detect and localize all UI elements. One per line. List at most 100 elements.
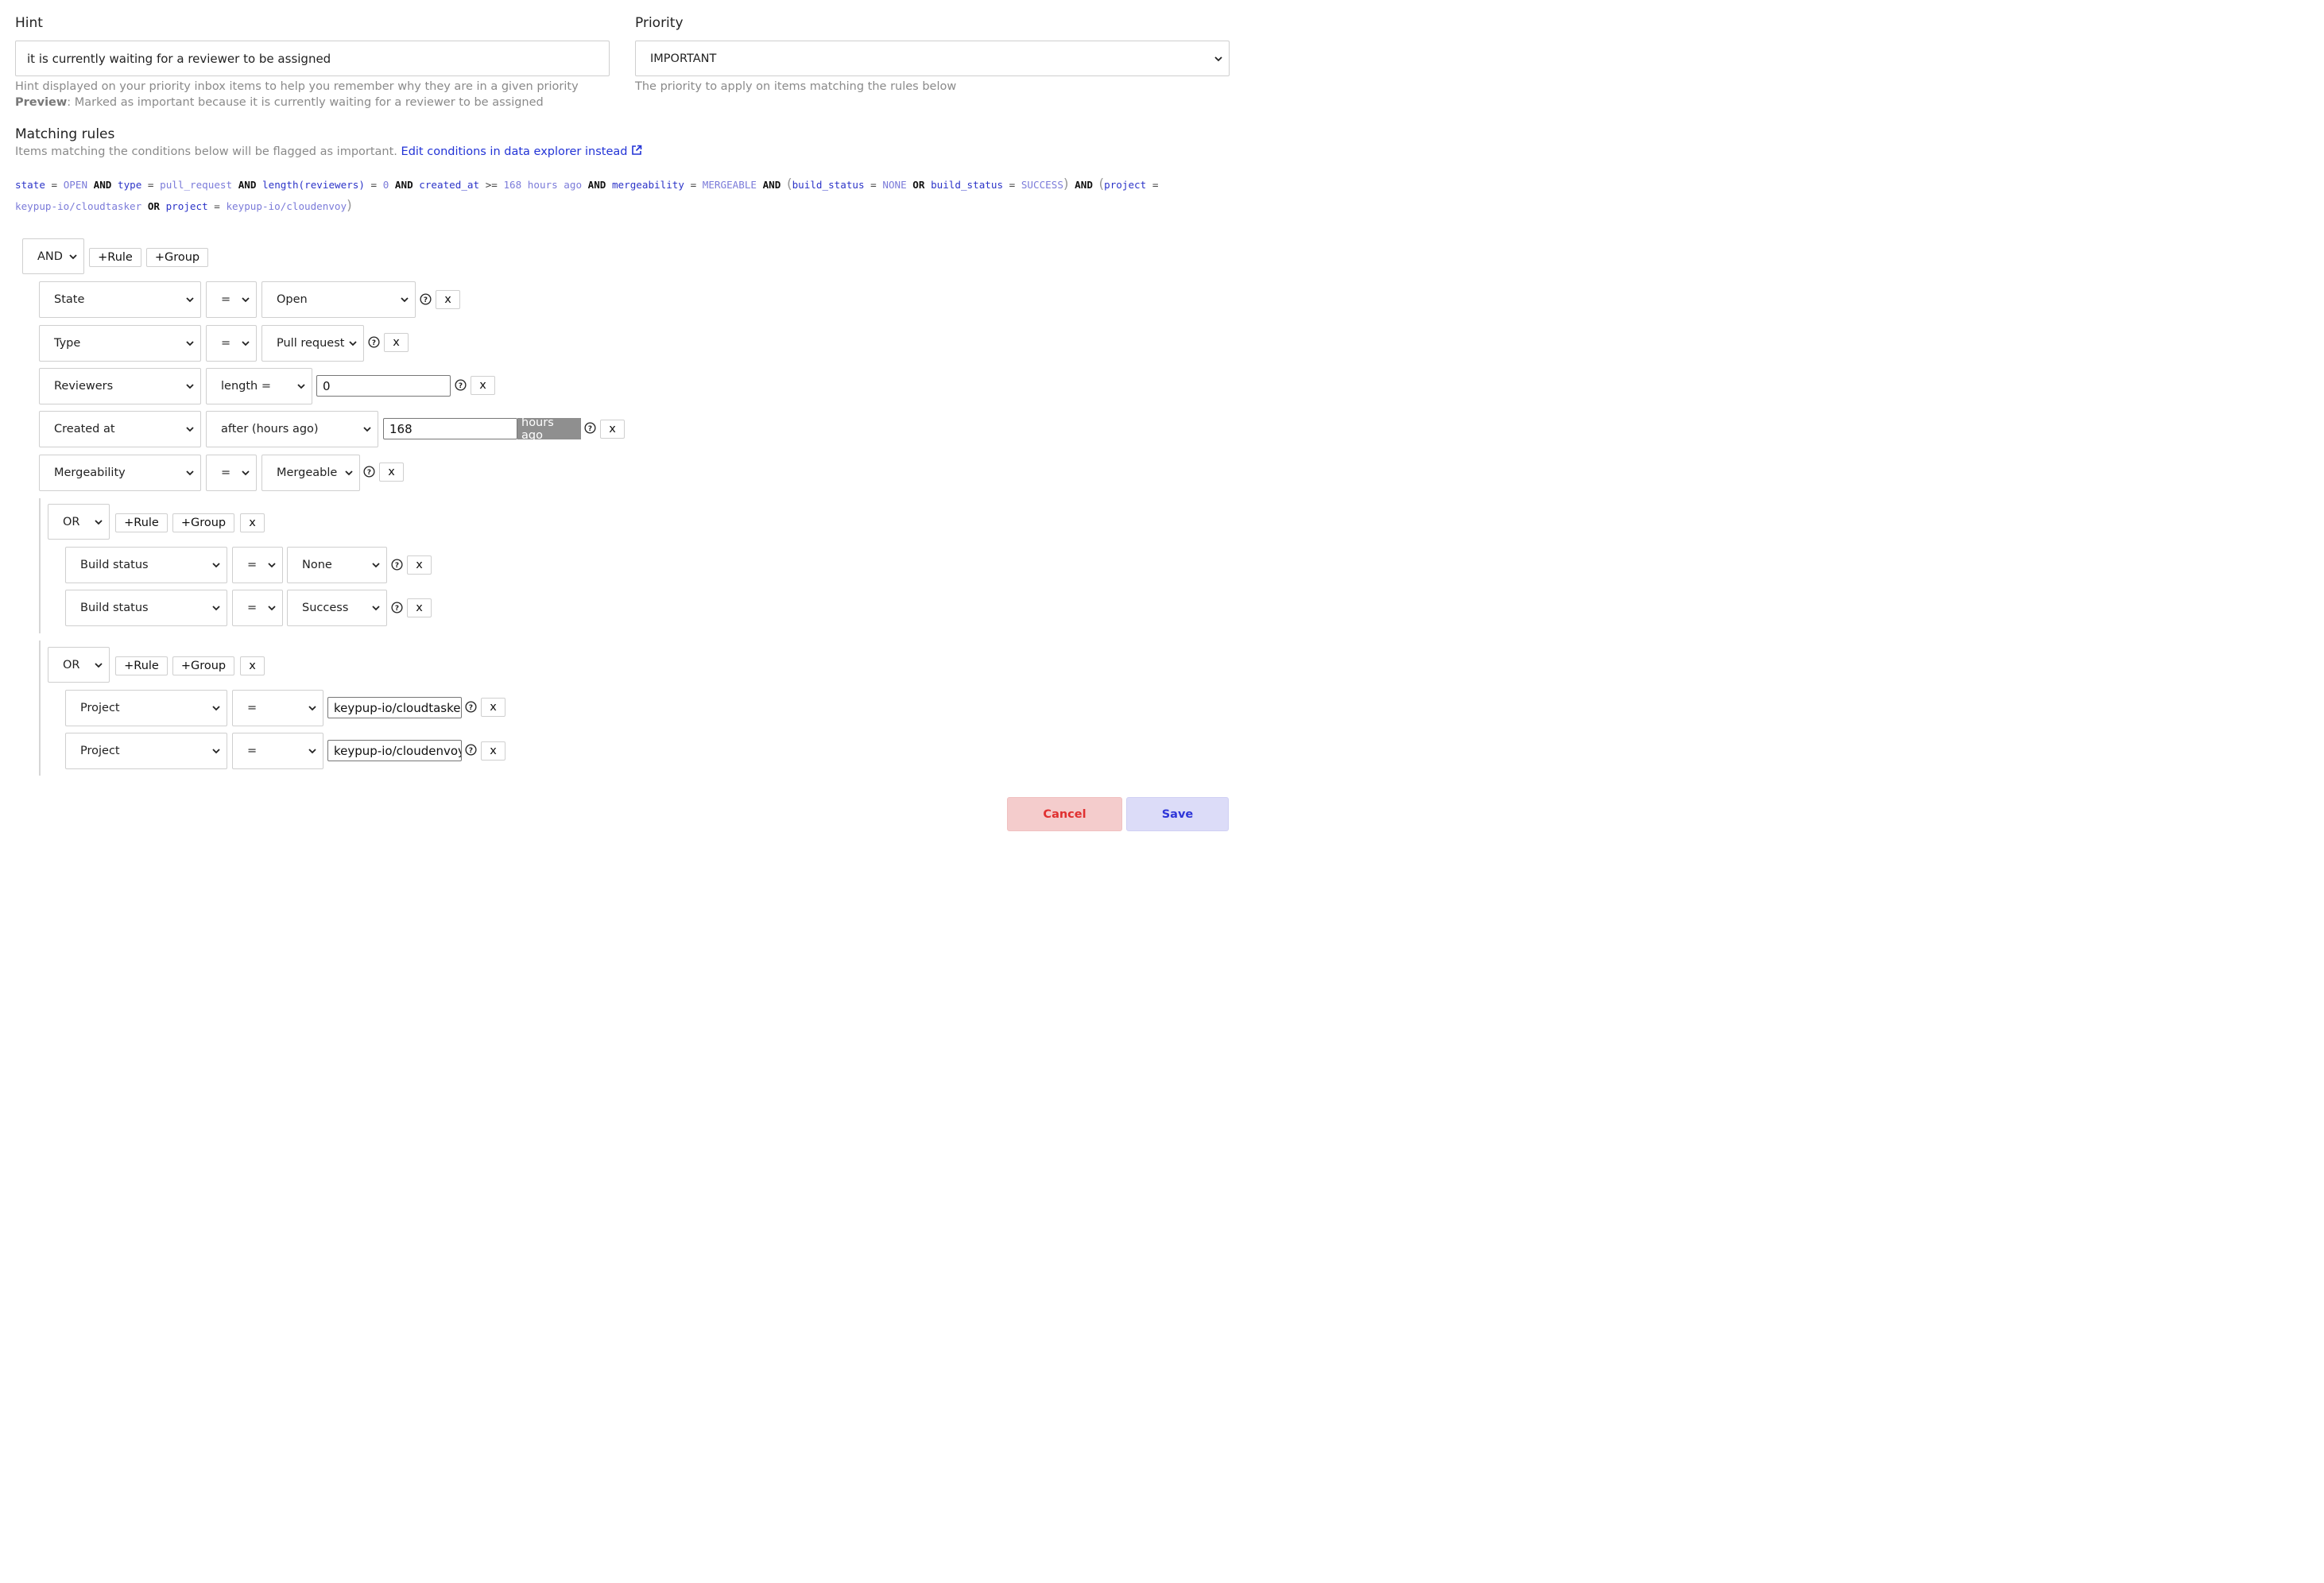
rule-operator-select[interactable]: = [232,690,323,726]
remove-group-button[interactable]: x [240,513,265,532]
query-token: AND [93,179,112,191]
query-token: 0 [382,179,389,191]
rule-value-input[interactable]: keypup-io/cloudtasker [327,697,462,718]
help-circle-icon[interactable]: ? [465,701,477,713]
rule-value-select[interactable]: Open [261,281,416,318]
rule-operator-select[interactable]: = [206,325,257,362]
external-link-icon[interactable] [631,145,642,156]
rule-field-select[interactable]: Project [65,690,227,726]
help-circle-icon[interactable]: ? [584,422,596,434]
rule-value-select[interactable]: Mergeable [261,455,360,491]
group-combinator-select[interactable]: OR [48,647,110,683]
remove-rule-button[interactable]: x [436,290,460,309]
add-group-button[interactable]: +Group [172,513,234,532]
query-token: ) [1063,176,1069,192]
query-token: = [214,200,220,212]
query-token: = [370,179,378,191]
chevron-down-icon [212,606,220,611]
query-token: project [165,200,208,212]
svg-text:?: ? [469,704,473,712]
rule-value-select[interactable]: None [287,547,387,583]
chevron-down-icon [212,706,220,711]
priority-label: Priority [635,15,684,31]
rule-field-select[interactable]: Project [65,733,227,769]
help-circle-icon[interactable]: ? [363,466,375,478]
query-token: = [51,179,58,191]
remove-group-button[interactable]: x [240,656,265,675]
query-token: project [1104,179,1147,191]
rule-operator-select[interactable]: = [232,733,323,769]
rule-field-select[interactable]: Type [39,325,201,362]
rule-field-value: State [54,293,85,306]
rule-value-input[interactable]: 168 [383,418,517,439]
rule-value: 168 [389,421,413,436]
remove-rule-button[interactable]: x [379,463,404,482]
chevron-down-icon [372,606,380,611]
rule-value-select[interactable]: Pull request [261,325,364,362]
rule-value-select[interactable]: Success [287,590,387,626]
rule-operator-select[interactable]: = [206,281,257,318]
rule-value-input[interactable]: 0 [316,375,451,397]
remove-rule-button[interactable]: x [407,555,432,575]
rule-value: keypup-io/cloudtasker [334,700,462,715]
help-circle-icon[interactable]: ? [391,559,403,571]
rule-field-select[interactable]: Build status [65,547,227,583]
help-circle-icon[interactable]: ? [368,336,380,348]
rule-operator-select[interactable]: = [232,547,283,583]
rule-field-select[interactable]: Mergeability [39,455,201,491]
query-token: mergeability [611,179,684,191]
root-combinator-select[interactable]: AND [22,238,84,274]
priority-help: The priority to apply on items matching … [635,80,957,93]
matching-desc-text: Items matching the conditions below will… [15,145,397,158]
rule-operator-select[interactable]: after (hours ago) [206,411,378,447]
chevron-down-icon [308,706,316,711]
data-explorer-link[interactable]: Edit conditions in data explorer instead [401,145,628,158]
save-button[interactable]: Save [1126,797,1229,831]
query-token: AND [587,179,606,191]
add-group-button[interactable]: +Group [172,656,234,675]
rule-operator-select[interactable]: length = [206,368,312,404]
rule-value-input[interactable]: keypup-io/cloudenvoy [327,740,462,761]
remove-rule-button[interactable]: x [481,741,505,761]
add-rule-button[interactable]: +Rule [115,513,168,532]
chevron-down-icon [1214,56,1222,61]
preview-label: Preview [15,96,68,109]
query-token: AND [238,179,257,191]
remove-rule-button[interactable]: x [384,333,409,352]
help-circle-icon[interactable]: ? [391,602,403,613]
hint-input-value: it is currently waiting for a reviewer t… [27,51,331,66]
help-circle-icon[interactable]: ? [465,744,477,756]
svg-text:?: ? [424,296,428,304]
remove-rule-button[interactable]: x [407,598,432,617]
remove-rule-button[interactable]: x [600,420,625,439]
rule-field-select[interactable]: State [39,281,201,318]
hint-input[interactable]: it is currently waiting for a reviewer t… [15,41,610,76]
rule-value: keypup-io/cloudenvoy [334,743,462,758]
query-token: OR [912,179,925,191]
rule-operator-select[interactable]: = [232,590,283,626]
rule-operator-value: = [221,466,231,479]
help-circle-icon[interactable]: ? [455,379,467,391]
group-combinator-select[interactable]: OR [48,504,110,540]
help-circle-icon[interactable]: ? [420,293,432,305]
add-rule-button[interactable]: +Rule [89,248,141,267]
rule-field-select[interactable]: Reviewers [39,368,201,404]
query-token: type [117,179,142,191]
rule-field-select[interactable]: Build status [65,590,227,626]
add-rule-button[interactable]: +Rule [115,656,168,675]
rule-field-value: Build status [80,602,149,614]
chevron-down-icon [186,427,194,432]
cancel-button[interactable]: Cancel [1007,797,1122,831]
chevron-down-icon [349,341,357,346]
add-group-button[interactable]: +Group [146,248,208,267]
query-token: build_status [792,179,865,191]
matching-desc: Items matching the conditions below will… [15,145,642,158]
remove-rule-button[interactable]: x [471,376,495,395]
svg-text:?: ? [367,469,371,477]
rule-operator-select[interactable]: = [206,455,257,491]
remove-rule-button[interactable]: x [481,698,505,717]
rule-operator-value: = [247,602,258,614]
priority-select[interactable]: IMPORTANT [635,41,1230,76]
rule-field-select[interactable]: Created at [39,411,201,447]
svg-text:?: ? [395,562,399,570]
